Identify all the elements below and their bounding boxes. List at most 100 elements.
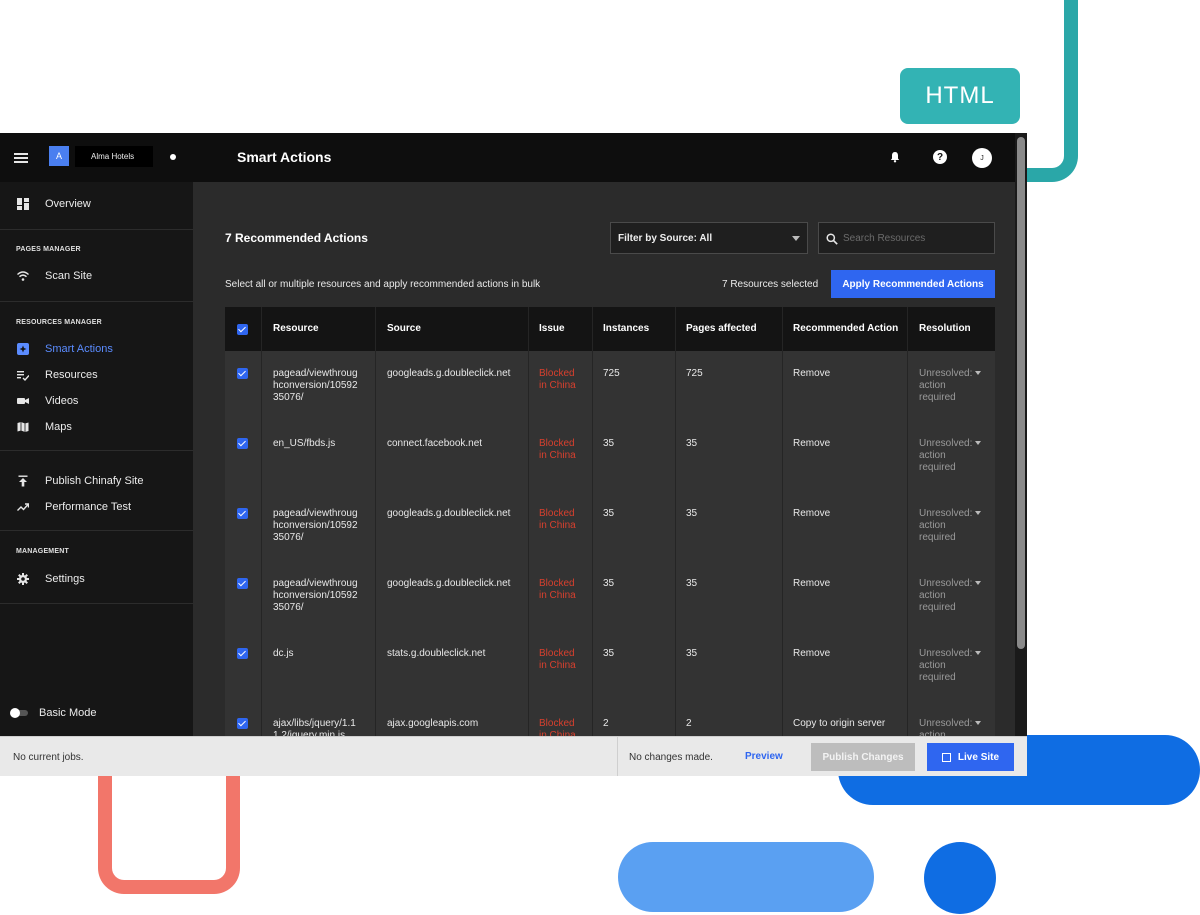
recommended-action-cell: Remove [793,648,831,659]
column-divider [782,307,783,351]
resolution-dropdown[interactable]: Unresolved:actionrequired [919,438,982,474]
hamburger-menu-icon[interactable] [14,153,28,163]
scrollbar[interactable] [1015,133,1027,736]
recommended-action-cell: Remove [793,578,831,589]
resolution-dropdown[interactable]: Unresolved:actionrequired [919,648,982,684]
section-heading-resources-manager: RESOURCES MANAGER [16,319,102,326]
source-cell: googleads.g.doubleclick.net [387,368,511,379]
resolution-dropdown[interactable]: Unresolved:actionrequired [919,368,982,404]
table-row[interactable]: dc.js stats.g.doubleclick.net Blocked in Ch… [225,631,995,701]
column-header-pages-affected[interactable]: Pages affected [686,323,757,334]
pages-affected-cell: 2 [686,718,692,729]
column-header-issue[interactable]: Issue [539,323,565,334]
apply-recommended-actions-button[interactable]: Apply Recommended Actions [831,270,995,298]
search-input[interactable] [843,230,988,246]
column-header-source[interactable]: Source [387,323,421,334]
brand-name[interactable]: Alma Hotels [75,146,153,167]
column-divider [375,491,376,561]
sidebar-item-settings[interactable]: Settings [0,569,193,589]
column-divider [592,561,593,631]
column-divider [528,351,529,421]
resource-cell-line: pagead/viewthroug [273,578,358,589]
sidebar-item-maps[interactable]: Maps [0,417,193,437]
table-row[interactable]: pagead/viewthroug hconversion/10592 35076/… [225,351,995,421]
html-tag-badge: HTML [900,68,1020,124]
sidebar-item-performance-test[interactable]: Performance Test [0,497,193,517]
row-checkbox[interactable] [237,438,248,449]
source-cell: connect.facebook.net [387,438,483,449]
publish-changes-button[interactable]: Publish Changes [811,743,915,771]
pages-affected-cell: 35 [686,438,698,449]
resource-cell-line: hconversion/10592 [273,590,358,601]
help-icon[interactable]: ? [933,150,947,164]
column-divider [528,631,529,701]
instances-cell: 35 [603,648,615,659]
preview-button[interactable]: Preview [745,751,783,762]
section-heading-management: MANAGEMENT [16,548,69,555]
search-icon [826,233,838,245]
recommended-action-cell: Remove [793,438,831,449]
resolution-dropdown[interactable]: Unresolved:actionrequired [919,508,982,544]
sidebar-item-resources[interactable]: Resources [0,365,193,385]
column-divider [782,631,783,701]
column-divider [907,631,908,701]
table-row[interactable]: pagead/viewthroug hconversion/10592 35076/… [225,491,995,561]
column-header-resolution[interactable]: Resolution [919,323,971,334]
filter-source-select[interactable]: Filter by Source: All [610,222,808,254]
trending-up-icon [17,503,29,511]
column-header-resource[interactable]: Resource [273,323,319,334]
avatar[interactable]: J [972,148,992,168]
live-site-button[interactable]: Live Site [927,743,1014,771]
scrollbar-thumb[interactable] [1017,137,1025,649]
sidebar-item-label: Scan Site [45,270,93,282]
sidebar-item-publish-chinafy[interactable]: Publish Chinafy Site [0,471,193,491]
column-divider [675,307,676,351]
column-divider [782,561,783,631]
row-checkbox[interactable] [237,648,248,659]
sidebar-item-label: Videos [45,395,79,407]
gear-icon [17,573,29,585]
sidebar-item-label: Maps [45,421,72,433]
sidebar-item-label: Publish Chinafy Site [45,475,144,487]
pages-affected-cell: 725 [686,368,703,379]
column-divider [261,491,262,561]
table-row[interactable]: pagead/viewthroug hconversion/10592 35076/… [225,561,995,631]
issue-cell-line: in China [539,380,576,391]
dashboard-icon [17,198,29,210]
row-checkbox[interactable] [237,368,248,379]
column-header-recommended-action[interactable]: Recommended Action [793,323,898,334]
bell-icon[interactable] [889,151,901,163]
brand-logo[interactable]: A [49,146,69,166]
light-blue-pill-shape [618,842,874,912]
resolution-dropdown-line: action [919,450,946,461]
resolution-dropdown[interactable]: Unresolved:actionrequired [919,578,982,614]
bulk-instructions-text: Select all or multiple resources and app… [225,279,541,290]
resolution-dropdown-line: required [919,462,956,473]
chevron-down-icon [975,581,982,586]
resource-cell: pagead/viewthroug hconversion/10592 35076/ [273,368,358,404]
sidebar-item-basic-mode[interactable]: Basic Mode [0,703,193,723]
sidebar-item-scan-site[interactable]: Scan Site [0,266,193,286]
chevron-down-icon [792,236,800,241]
select-all-checkbox[interactable] [237,324,248,335]
publish-icon [18,475,28,487]
table-row[interactable]: en_US/fbds.js connect.facebook.net Blocked… [225,421,995,491]
sidebar-item-overview[interactable]: Overview [0,194,193,214]
column-divider [261,421,262,491]
issue-cell-line: in China [539,450,576,461]
issue-cell-line: Blocked [539,718,575,729]
row-checkbox[interactable] [237,578,248,589]
source-cell: ajax.googleapis.com [387,718,479,729]
row-checkbox[interactable] [237,508,248,519]
sidebar-item-smart-actions[interactable]: Smart Actions [0,339,193,359]
row-checkbox[interactable] [237,718,248,729]
search-box[interactable] [818,222,995,254]
sidebar-item-videos[interactable]: Videos [0,391,193,411]
wifi-icon [17,271,29,281]
top-bar: A Alma Hotels Smart Actions ? J [0,133,1015,182]
instances-cell: 35 [603,578,615,589]
column-header-instances[interactable]: Instances [603,323,649,334]
column-divider [675,631,676,701]
column-divider [675,561,676,631]
column-divider [907,307,908,351]
